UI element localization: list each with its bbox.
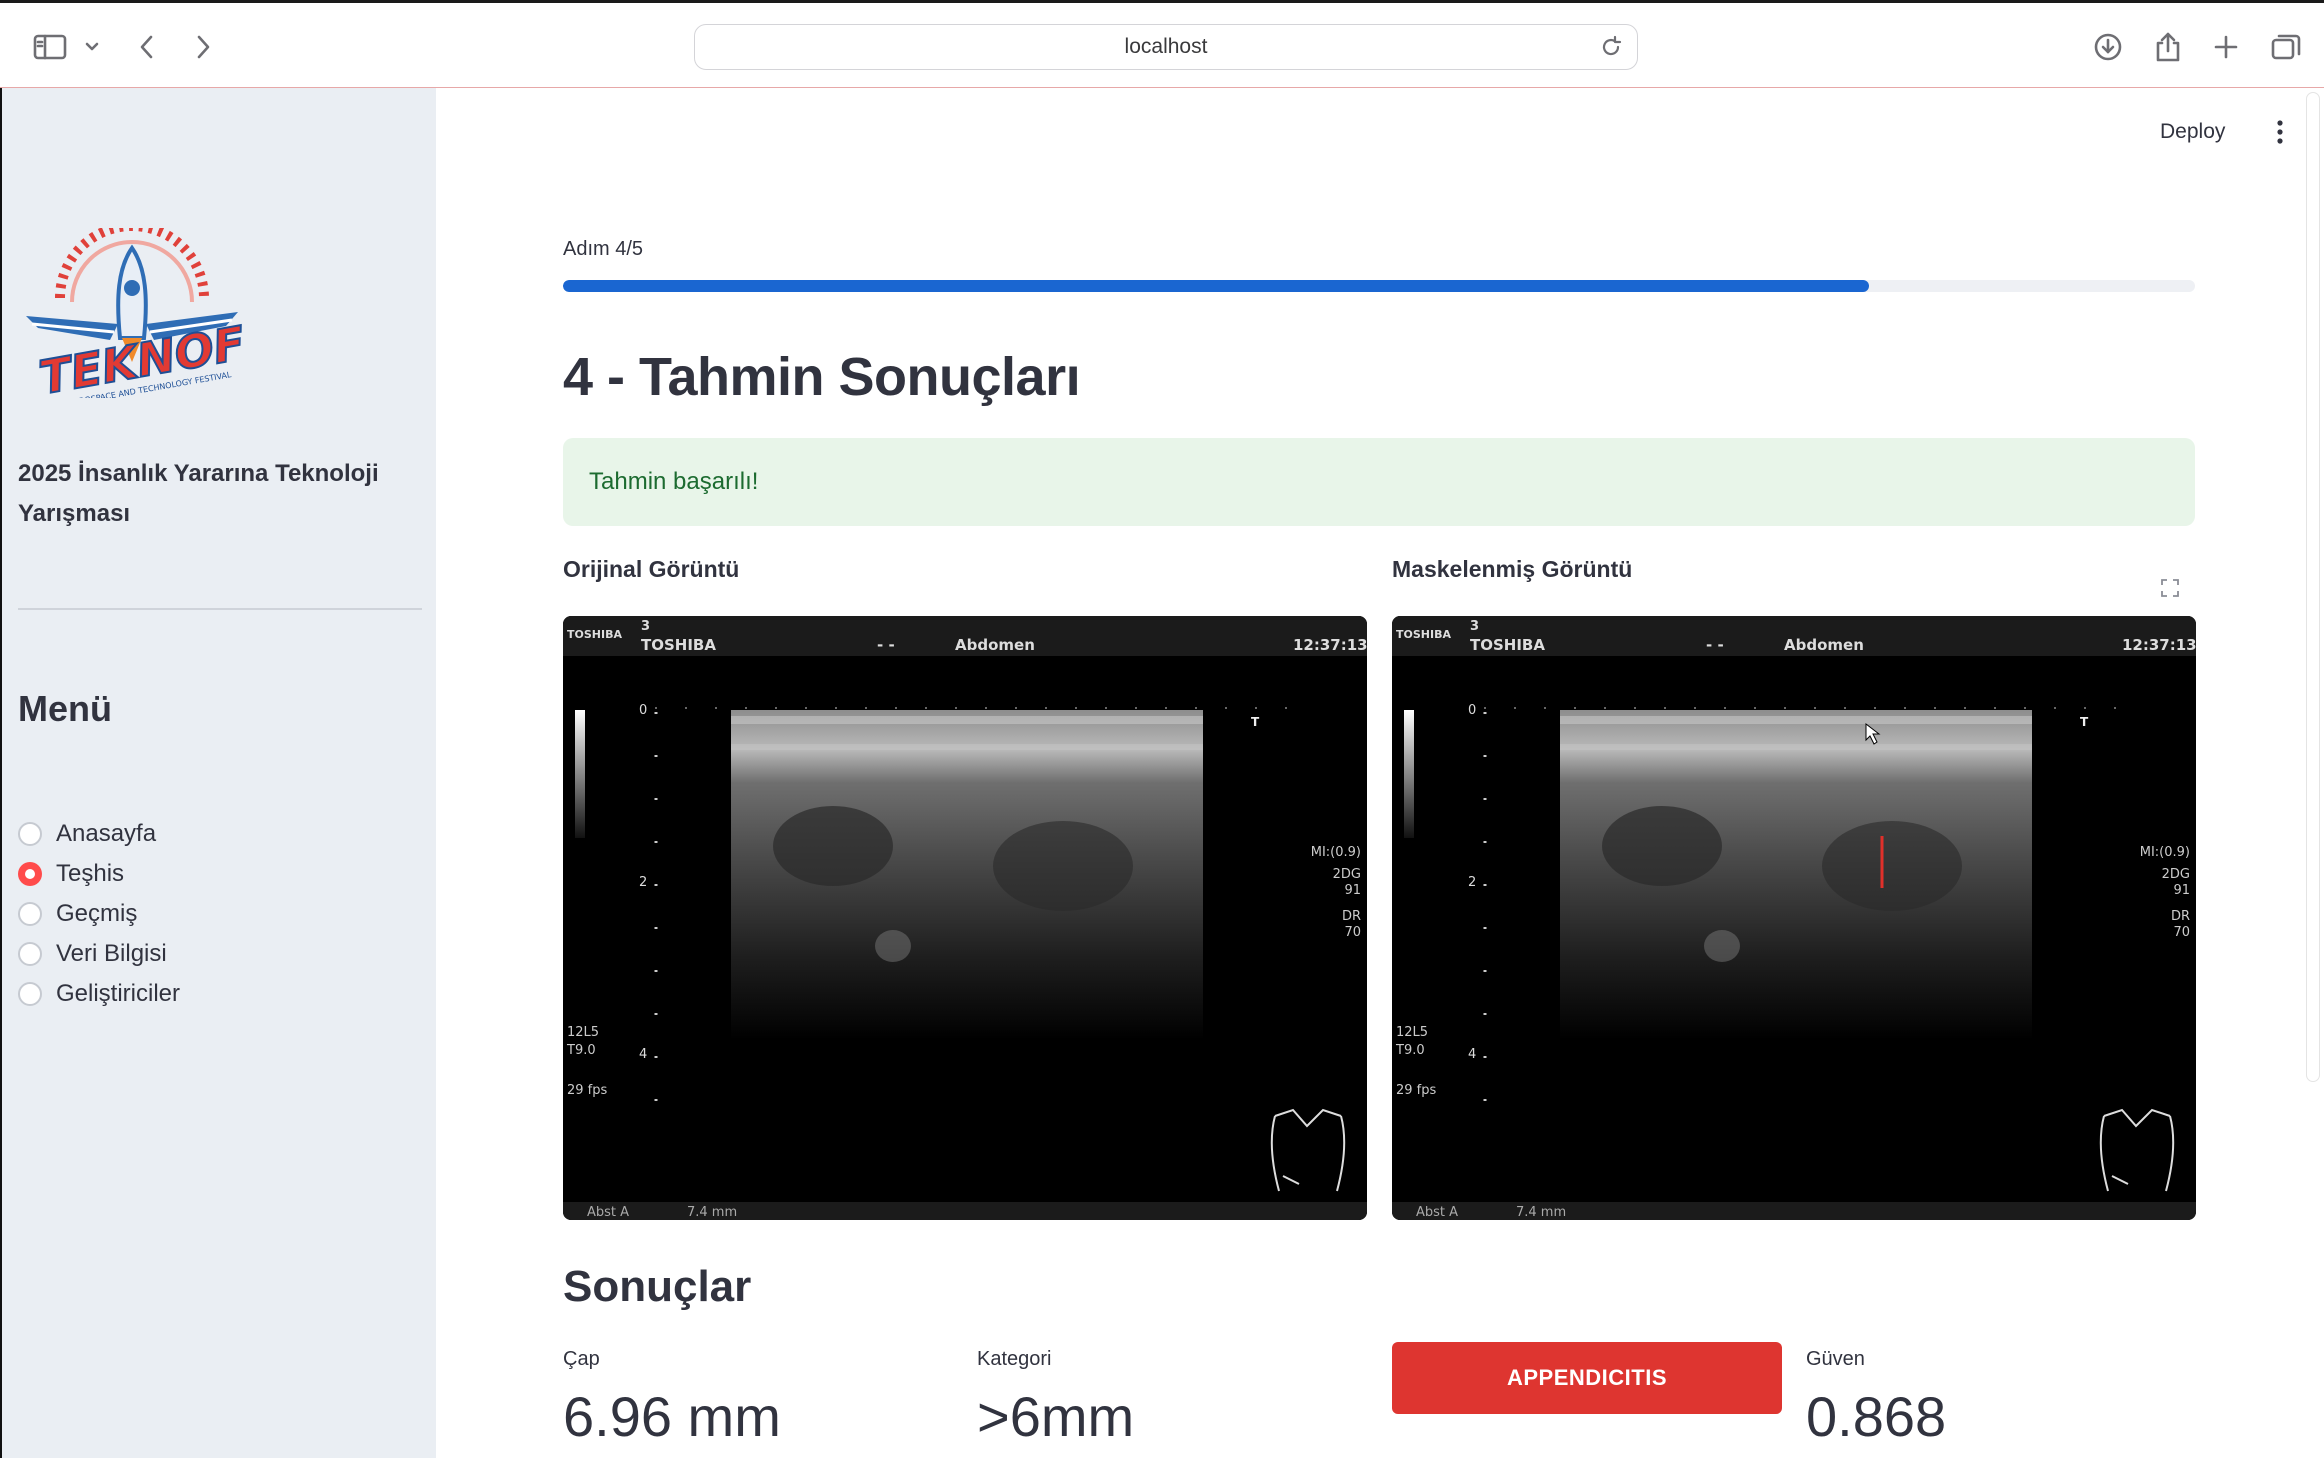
fullscreen-icon[interactable] (2148, 568, 2192, 608)
browser-toolbar: localhost (0, 0, 2324, 88)
category-value: >6mm (977, 1385, 1135, 1448)
menu-item-label: Geliştiriciler (56, 980, 181, 1007)
results-heading: Sonuçlar (563, 1262, 752, 1311)
us-depth-4: 4 (1468, 1047, 1476, 1062)
sidebar-divider (18, 608, 422, 610)
us-dr-value: 70 (1344, 925, 1361, 940)
us-brand: TOSHIBA (641, 636, 716, 654)
menu-item-gecmis[interactable]: Geçmiş (18, 894, 180, 934)
us-footer-label: Abst A (587, 1205, 629, 1220)
diagnosis-badge[interactable]: APPENDICITIS (1392, 1342, 1782, 1414)
us-depth-2: 2 (1468, 875, 1476, 890)
radio-button[interactable] (18, 982, 42, 1006)
us-gain: 91 (2173, 883, 2190, 898)
app-window: localhost TEKNOFEST AEROSPACE AND TECHNO… (0, 0, 2324, 1458)
us-brand-small: TOSHIBA (567, 628, 622, 641)
us-time: 12:37:13 (1293, 636, 1367, 654)
us-fps: 29 fps (1396, 1083, 1437, 1098)
us-freq: 12L5 (567, 1025, 599, 1040)
success-alert: Tahmin başarılı! (563, 438, 2195, 526)
menu-item-label: Anasayfa (56, 820, 157, 847)
us-region: Abdomen (1784, 636, 1864, 654)
us-depth-4: 4 (639, 1047, 647, 1062)
step-label: Adım 4/5 (563, 238, 644, 260)
us-depth-0: 0 (639, 703, 647, 718)
us-dr-label: DR (2171, 909, 2190, 924)
category-label: Kategori (977, 1348, 1052, 1370)
reload-icon[interactable] (1599, 35, 1623, 65)
progress-bar (563, 280, 2195, 292)
us-probe-num: 3 (1470, 619, 1479, 634)
us-dashes: - - (877, 636, 895, 654)
diameter-value: 6.96 mm (563, 1385, 781, 1448)
tab-overview-icon[interactable] (2266, 25, 2306, 69)
address-bar[interactable]: localhost (694, 24, 1638, 70)
radio-button[interactable] (18, 822, 42, 846)
menu-item-label: Geçmiş (56, 900, 138, 927)
us-brand: TOSHIBA (1470, 636, 1545, 654)
menu-heading: Menü (18, 688, 112, 729)
us-brand-small: TOSHIBA (1396, 628, 1451, 641)
share-icon[interactable] (2150, 25, 2186, 69)
us-t-value: T9.0 (566, 1043, 596, 1058)
us-mode: 2DG (2162, 867, 2190, 882)
us-mi: MI:(0.9) (1311, 845, 1361, 860)
original-ultrasound-image: TOSHIBA 3 TOSHIBA - - Abdomen 12:37:13 0… (563, 616, 1367, 1220)
masked-ultrasound-image: TOSHIBA 3 TOSHIBA - - Abdomen 12:37:13 0… (1392, 616, 2196, 1220)
us-freq: 12L5 (1396, 1025, 1428, 1040)
confidence-label: Güven (1806, 1348, 1865, 1370)
new-tab-icon[interactable] (2208, 25, 2244, 69)
sidebar-toggle-icon[interactable] (30, 25, 70, 69)
scrollbar[interactable] (2306, 92, 2320, 1082)
us-mode: 2DG (1333, 867, 1361, 882)
confidence-value: 0.868 (1806, 1385, 1947, 1448)
progress-fill (563, 280, 1869, 292)
us-gain: 91 (1344, 883, 1361, 898)
menu-item-label: Teşhis (56, 860, 125, 887)
menu-item-anasayfa[interactable]: Anasayfa (18, 814, 180, 854)
masked-image-caption: Maskelenmiş Görüntü (1392, 556, 1633, 582)
deploy-button[interactable]: Deploy (2160, 114, 2225, 150)
us-footer-value: 7.4 mm (1516, 1205, 1566, 1220)
us-t-value: T9.0 (1395, 1043, 1425, 1058)
radio-button-selected[interactable] (18, 862, 42, 886)
more-options-icon[interactable] (2270, 118, 2290, 151)
chevron-down-icon[interactable] (80, 25, 104, 69)
original-image-caption: Orijinal Görüntü (563, 556, 740, 582)
page-title: 4 - Tahmin Sonuçları (563, 347, 1081, 407)
success-message: Tahmin başarılı! (589, 468, 759, 495)
radio-button[interactable] (18, 942, 42, 966)
us-probe-num: 3 (641, 619, 650, 634)
us-dr-label: DR (1342, 909, 1361, 924)
radio-button[interactable] (18, 902, 42, 926)
sidebar: TEKNOFEST AEROSPACE AND TECHNOLOGY FESTI… (0, 88, 436, 1458)
menu-item-label: Veri Bilgisi (56, 940, 167, 967)
us-t-marker: T (2080, 715, 2089, 729)
us-dashes: - - (1706, 636, 1724, 654)
menu-item-veri-bilgisi[interactable]: Veri Bilgisi (18, 934, 180, 974)
menu-item-gelistiriciler[interactable]: Geliştiriciler (18, 974, 180, 1014)
us-depth-2: 2 (639, 875, 647, 890)
url-text: localhost (1124, 35, 1208, 58)
us-depth-0: 0 (1468, 703, 1476, 718)
back-icon[interactable] (132, 25, 162, 69)
forward-icon[interactable] (188, 25, 218, 69)
us-footer-value: 7.4 mm (687, 1205, 737, 1220)
menu-item-teshis[interactable]: Teşhis (18, 854, 180, 894)
diameter-label: Çap (563, 1348, 600, 1370)
menu-radio-group: Anasayfa Teşhis Geçmiş Veri Bilgisi Geli… (18, 814, 180, 1014)
us-fps: 29 fps (567, 1083, 608, 1098)
download-icon[interactable] (2090, 25, 2126, 69)
us-region: Abdomen (955, 636, 1035, 654)
competition-title: 2025 İnsanlık Yararına Teknoloji Yarışma… (18, 460, 379, 527)
us-dr-value: 70 (2173, 925, 2190, 940)
us-t-marker: T (1251, 715, 1260, 729)
us-time: 12:37:13 (2122, 636, 2196, 654)
us-mi: MI:(0.9) (2140, 845, 2190, 860)
us-footer-label: Abst A (1416, 1205, 1458, 1220)
